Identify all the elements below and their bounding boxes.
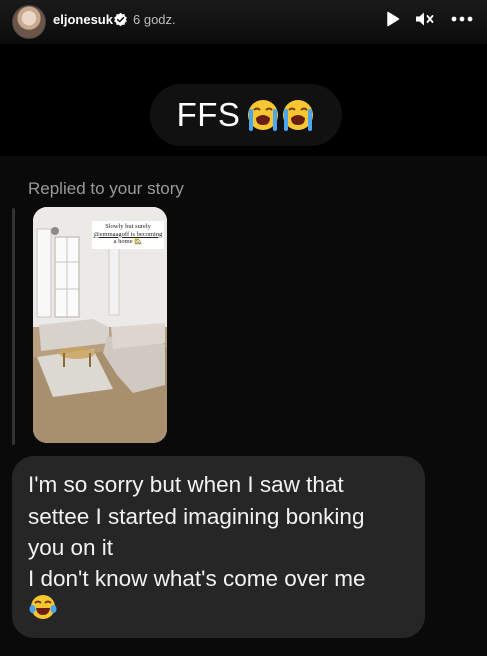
message-line: settee I started imagining bonking <box>28 504 365 529</box>
message-line: you on it <box>28 535 114 560</box>
username[interactable]: eljonesuk <box>53 12 113 27</box>
story-caption: FFS <box>150 84 342 146</box>
avatar[interactable] <box>12 5 46 39</box>
mute-icon[interactable] <box>415 9 435 29</box>
reply-label: Replied to your story <box>28 179 184 198</box>
play-icon[interactable] <box>386 9 402 29</box>
story-header: eljonesuk 6 godz. <box>0 0 487 44</box>
verified-icon <box>114 12 127 27</box>
message-line: I don't know what's come over me <box>28 566 366 591</box>
sticker-line: a home 🏡 <box>113 238 143 245</box>
sticker-line: Slowly but surely <box>105 223 151 230</box>
laughing-tears-icon <box>29 595 57 619</box>
timestamp: 6 godz. <box>133 12 176 27</box>
caption-text: FFS <box>176 96 241 133</box>
message-line: I'm so sorry but when I saw that <box>28 472 344 497</box>
sticker-line: @emmaagoff is becoming <box>93 230 163 238</box>
reply-indicator-bar <box>12 208 15 445</box>
story-sticker-text: Slowly but surely @emmaagoff is becoming… <box>92 221 164 249</box>
crying-face-icon <box>246 98 315 132</box>
more-icon[interactable] <box>451 9 473 29</box>
